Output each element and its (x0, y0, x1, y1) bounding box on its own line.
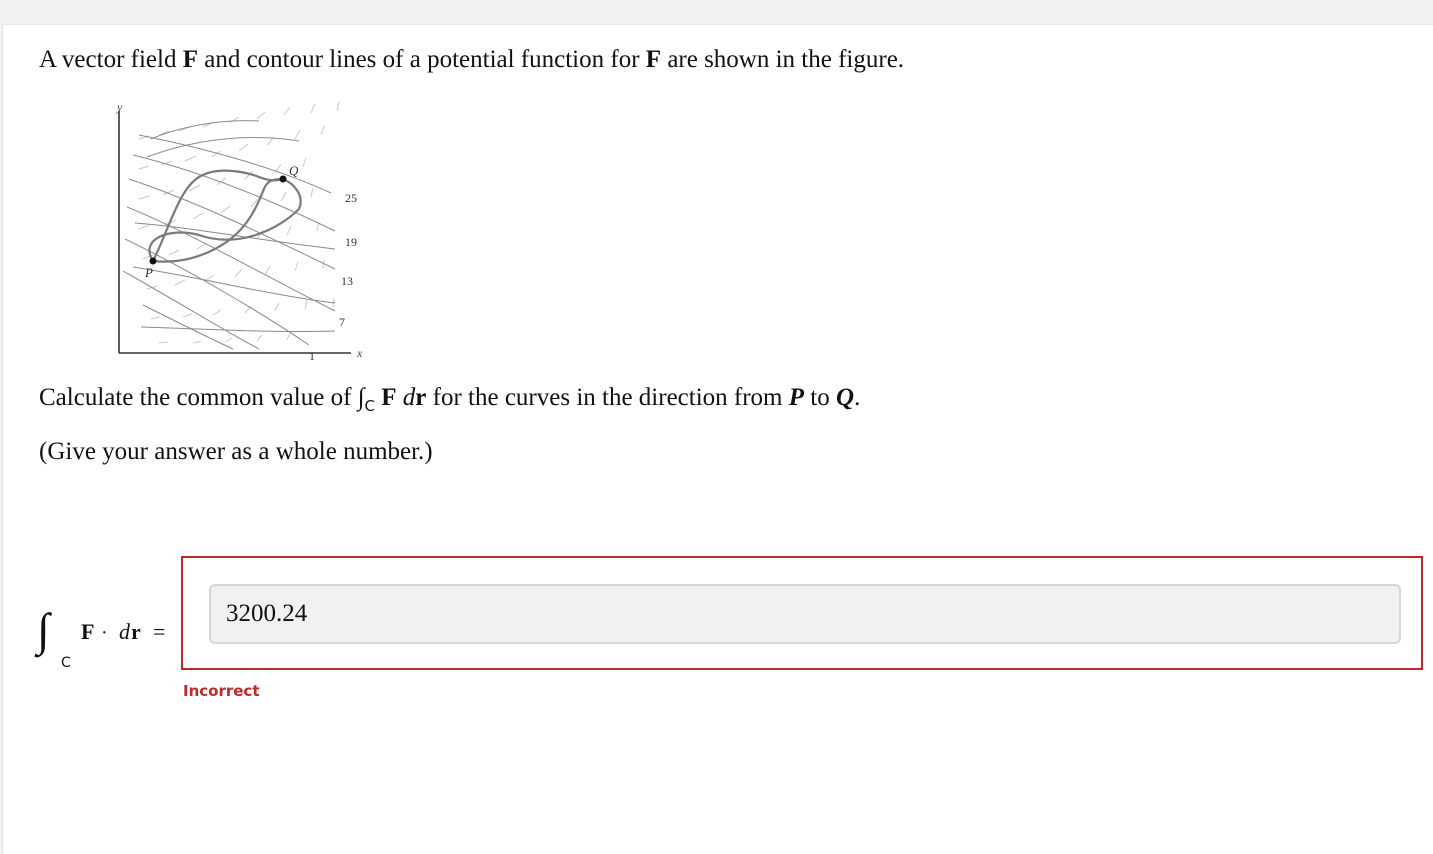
contour-label: 7 (339, 315, 345, 329)
question-part: to (804, 384, 836, 411)
point-q-ref: Q (836, 384, 855, 411)
dot-operator: · (101, 622, 108, 644)
question-card: A vector field F and contour lines of a … (2, 24, 1433, 854)
answer-instruction: (Give your answer as a whole number.) (39, 438, 433, 465)
vector-field-figure: y x P Q 25 19 13 7 1 (116, 100, 363, 363)
problem-intro: A vector field F and contour lines of a … (39, 45, 904, 75)
point-p-ref: P (788, 384, 805, 411)
feedback-incorrect: Incorrect (183, 682, 260, 700)
contour-label: 1 (309, 349, 315, 363)
integral-label: ∫ C F · d r = (34, 604, 165, 671)
contour-label: 19 (345, 235, 357, 249)
question-part: for the curves in the direction from (426, 384, 789, 411)
contour-lines (122, 120, 336, 350)
vector-r: r (415, 384, 427, 411)
integral-subscript: C (61, 655, 71, 671)
vector-f: F (182, 46, 198, 73)
vector-r: r (131, 619, 141, 644)
intro-text: and contour lines of a potential functio… (197, 46, 646, 73)
integral-sign: ∫ (357, 384, 365, 411)
contour-label: 13 (341, 274, 353, 288)
question-part: . (854, 384, 861, 411)
curves-p-to-q (148, 169, 302, 263)
question-part: Calculate the common value of (39, 384, 358, 411)
intro-text: are shown in the figure. (661, 46, 905, 73)
point-p (149, 257, 157, 265)
vector-f: F (645, 46, 662, 73)
point-q-label: Q (289, 163, 299, 178)
vector-f: F (81, 619, 94, 644)
integral-subscript: C (364, 397, 375, 415)
d-symbol: d (119, 619, 131, 644)
equals-sign: = (153, 619, 165, 644)
point-p-label: P (144, 265, 153, 280)
intro-text: A vector field (39, 46, 183, 73)
contour-label: 25 (345, 191, 357, 205)
answer-field-error-frame: 3200.24 (181, 556, 1423, 670)
vector-f: F (381, 384, 397, 411)
question-text: Calculate the common value of ∫C F dr fo… (39, 383, 860, 421)
integral-symbol: ∫ (34, 604, 52, 658)
x-axis-label: x (356, 346, 363, 360)
point-q (279, 175, 287, 183)
d-symbol: d (402, 384, 416, 411)
y-axis-label: y (116, 100, 123, 114)
answer-input[interactable]: 3200.24 (209, 584, 1401, 644)
